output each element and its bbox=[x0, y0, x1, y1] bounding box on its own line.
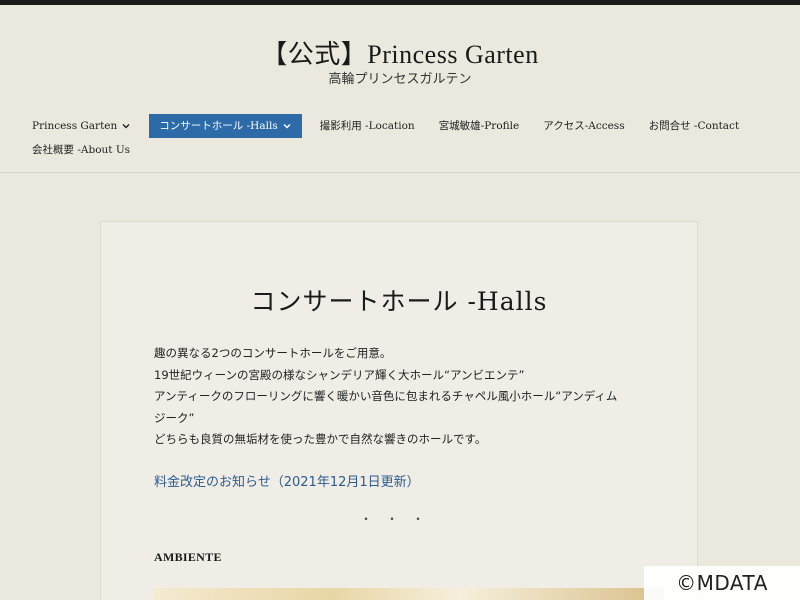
hall-photo bbox=[154, 588, 664, 600]
nav-item-label: お問合せ -Contact bbox=[648, 120, 740, 132]
section-heading-ambiente: AMBIENTE bbox=[154, 550, 222, 564]
page: 【公式】Princess Garten 高輪プリンセスガルテン Princess… bbox=[0, 0, 800, 600]
nav-item-halls[interactable]: コンサートホール -Halls bbox=[149, 114, 302, 138]
nav-item-label: アクセス-Access bbox=[543, 120, 625, 132]
paragraph-line: ジーク” bbox=[154, 410, 195, 425]
nav-row-2: 会社概要 -About Us bbox=[26, 138, 786, 162]
paragraph-line: 趣の異なる2つのコンサートホールをご用意。 bbox=[154, 346, 392, 360]
page-title: コンサートホール -Halls bbox=[250, 287, 548, 316]
top-bar bbox=[0, 0, 800, 5]
nav-item-about-us[interactable]: 会社概要 -About Us bbox=[26, 138, 136, 162]
chevron-down-icon bbox=[283, 124, 291, 129]
nav-row-1: Princess Garten コンサートホール -Halls 撮影利用 -Lo… bbox=[26, 114, 786, 138]
nav-item-contact[interactable]: お問合せ -Contact bbox=[643, 114, 746, 138]
content-card: コンサートホール -Halls 趣の異なる2つのコンサートホールをご用意。 19… bbox=[100, 221, 698, 600]
site-subtitle: 高輪プリンセスガルテン bbox=[328, 72, 472, 87]
site-title[interactable]: 【公式】Princess Garten bbox=[0, 34, 800, 71]
paragraph-line: どちらも良質の無垢材を使った豊かで自然な響きのホールです。 bbox=[154, 432, 487, 446]
nav-item-access[interactable]: アクセス-Access bbox=[537, 114, 630, 138]
price-notice-link[interactable]: 料金改定のお知らせ（2021年12月1日更新） bbox=[154, 471, 420, 490]
nav-item-profile[interactable]: 宮城敏雄-Profile bbox=[433, 114, 526, 138]
chevron-down-icon bbox=[122, 124, 130, 129]
nav-item-label: 会社概要 -About Us bbox=[32, 144, 131, 156]
header-divider bbox=[0, 172, 800, 173]
paragraph-line: アンティークのフローリングに響く暖かい音色に包まれるチャペル風小ホール“アンディ… bbox=[154, 389, 618, 403]
nav-item-location[interactable]: 撮影利用 -Location bbox=[314, 114, 421, 138]
nav-item-label: 撮影利用 -Location bbox=[319, 120, 415, 132]
main-nav: Princess Garten コンサートホール -Halls 撮影利用 -Lo… bbox=[26, 114, 786, 162]
intro-paragraph: 趣の異なる2つのコンサートホールをご用意。 19世紀ウィーンの宮殿の様なシャンデ… bbox=[154, 343, 664, 451]
nav-item-label: Princess Garten bbox=[32, 120, 118, 132]
nav-item-princess-garten[interactable]: Princess Garten bbox=[26, 114, 137, 138]
watermark: ©MDATA bbox=[644, 566, 800, 600]
separator-dots: ・・・ bbox=[359, 512, 438, 526]
nav-item-label: 宮城敏雄-Profile bbox=[438, 120, 520, 132]
paragraph-line: 19世紀ウィーンの宮殿の様なシャンデリア輝く大ホール“アンビエンテ” bbox=[154, 367, 525, 382]
nav-item-label: コンサートホール -Halls bbox=[159, 120, 278, 132]
